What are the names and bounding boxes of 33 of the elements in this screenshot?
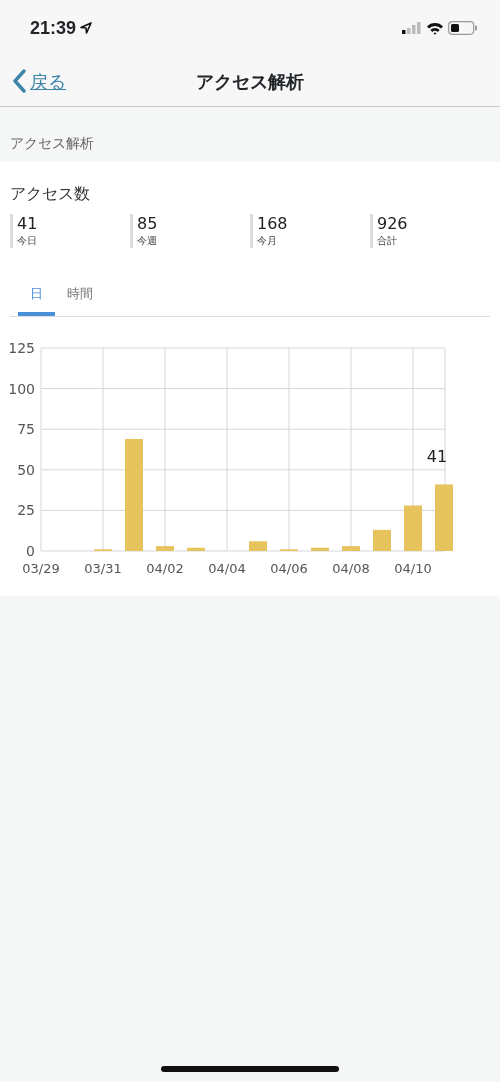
y-tick-label: 0 xyxy=(26,542,35,559)
battery-icon xyxy=(448,21,478,35)
stat-label: 合計 xyxy=(377,234,398,249)
x-tick-label: 04/10 xyxy=(394,560,432,576)
stat-value: 168 xyxy=(257,214,289,234)
status-time: 21:39 xyxy=(30,16,77,40)
stat-value: 926 xyxy=(377,214,409,234)
section-header: アクセス解析 xyxy=(9,134,95,153)
x-tick-label: 04/06 xyxy=(270,560,308,576)
y-tick-label: 25 xyxy=(17,502,35,519)
data-label: 41 xyxy=(426,447,448,467)
x-tick-label: 04/02 xyxy=(146,560,184,576)
page-title: アクセス解析 xyxy=(196,69,304,94)
y-tick-label: 50 xyxy=(17,461,35,478)
wifi-icon xyxy=(426,21,444,35)
x-tick-label: 04/04 xyxy=(208,560,246,576)
stat-value: 41 xyxy=(17,214,39,234)
stat-label: 今週 xyxy=(137,234,158,249)
stat-label: 今日 xyxy=(17,234,38,249)
x-tick-label: 03/29 xyxy=(22,560,60,576)
y-tick-label: 75 xyxy=(17,420,35,437)
stat-label: 今月 xyxy=(257,234,278,249)
card-title: アクセス数 xyxy=(10,183,91,205)
x-tick-label: 03/31 xyxy=(84,560,122,576)
tab[interactable]: 時間 xyxy=(55,280,105,316)
back-icon xyxy=(12,69,26,93)
tab[interactable]: 日 xyxy=(18,280,55,316)
x-tick-label: 04/08 xyxy=(332,560,370,576)
signal-icon xyxy=(402,22,422,34)
stat-value: 85 xyxy=(137,214,159,234)
y-tick-label: 125 xyxy=(10,340,35,356)
y-tick-label: 100 xyxy=(10,380,35,397)
location-icon xyxy=(80,22,93,34)
